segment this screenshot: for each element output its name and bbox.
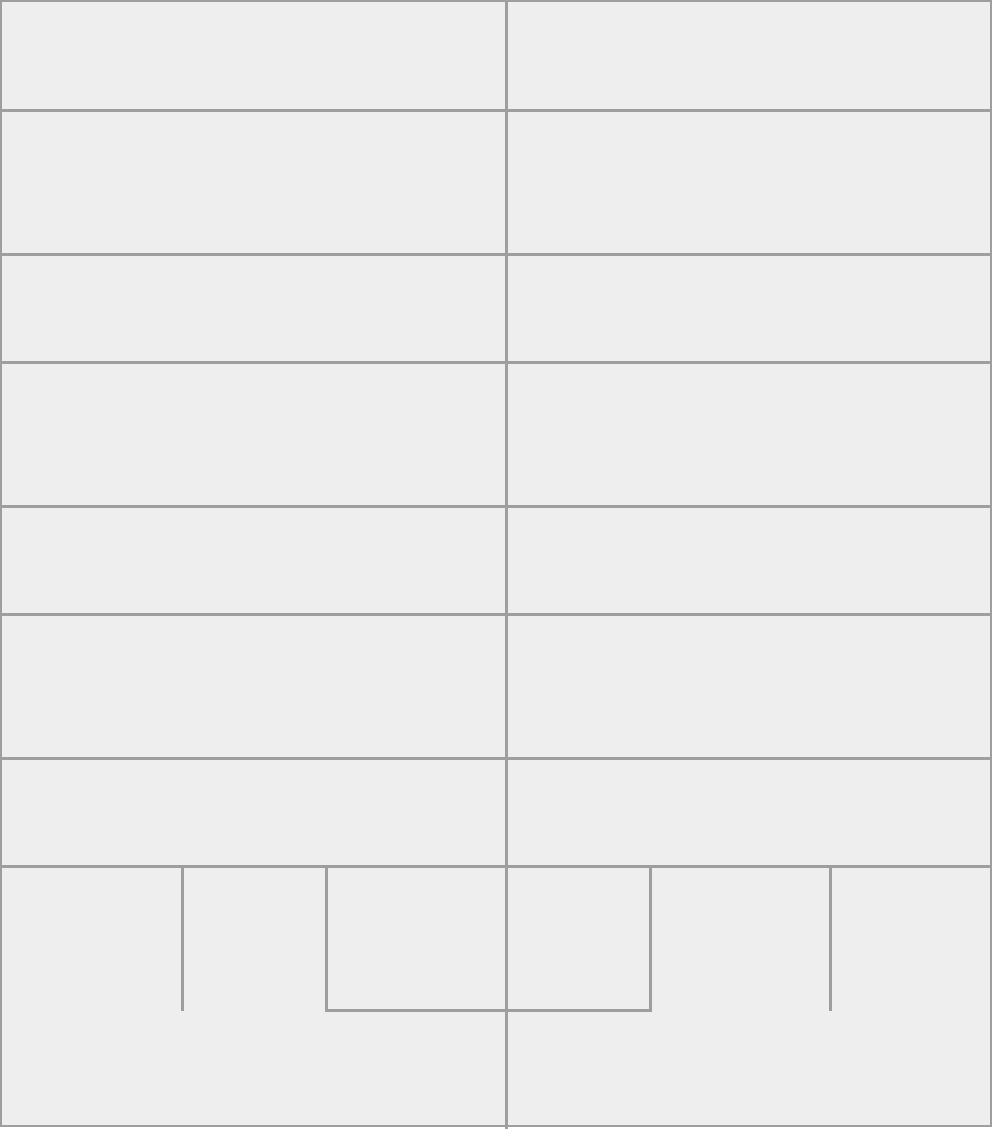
row-divider-3	[2, 361, 992, 364]
bottom-band-divider-4	[829, 867, 832, 1011]
row-divider-7	[2, 865, 992, 868]
bottom-band-connector	[325, 1009, 652, 1012]
bottom-band-divider-2	[325, 867, 328, 1011]
row-divider-6	[2, 757, 992, 760]
row-divider-5	[2, 613, 992, 616]
row-divider-1	[2, 109, 992, 112]
wireframe-grid	[0, 0, 992, 1129]
row-divider-2	[2, 253, 992, 256]
center-column-divider	[505, 2, 508, 1129]
bottom-band-divider-1	[181, 867, 184, 1011]
row-divider-4	[2, 505, 992, 508]
bottom-band-divider-3	[649, 867, 652, 1011]
